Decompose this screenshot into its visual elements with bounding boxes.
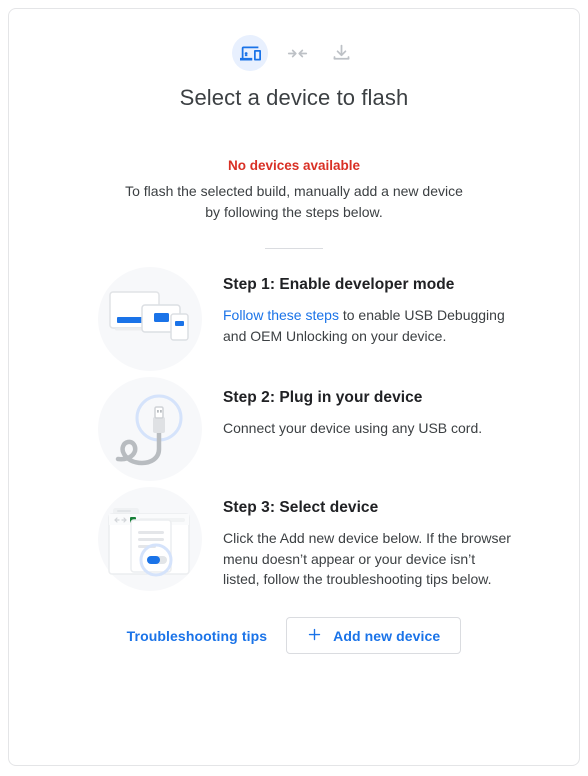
browser-dialog-illustration: [98, 487, 202, 591]
status-description: To flash the selected build, manually ad…: [125, 183, 463, 220]
troubleshooting-tips-link[interactable]: Troubleshooting tips: [127, 628, 267, 644]
divider: [265, 248, 323, 249]
step-item: Step 3: Select device Click the Add new …: [9, 487, 579, 591]
follow-these-steps-link[interactable]: Follow these steps: [223, 307, 339, 323]
footer-actions: Troubleshooting tips Add new device: [9, 617, 579, 654]
step-body: Step 2: Plug in your device Connect your…: [223, 377, 515, 439]
step-description: Follow these steps to enable USB Debuggi…: [223, 305, 515, 346]
usb-cable-illustration: [98, 377, 202, 481]
step-item: Step 1: Enable developer mode Follow the…: [9, 267, 579, 371]
status-message: No devices available: [227, 158, 361, 173]
step-item: Step 2: Plug in your device Connect your…: [9, 377, 579, 481]
device-selection-card: Select a device to flash No devices avai…: [8, 8, 580, 766]
step-body: Step 1: Enable developer mode Follow the…: [223, 267, 515, 346]
devices-icon: [232, 35, 268, 71]
step-description: Connect your device using any USB cord.: [223, 420, 483, 436]
download-icon: [326, 38, 356, 68]
steps-list: Step 1: Enable developer mode Follow the…: [9, 267, 579, 591]
step-description: Click the Add new device below. If the b…: [223, 530, 511, 587]
header-icon-row: [9, 9, 579, 71]
plus-icon: [307, 627, 322, 645]
step-title: Step 2: Plug in your device: [223, 389, 423, 406]
step-title: Step 1: Enable developer mode: [223, 276, 455, 293]
add-new-device-button[interactable]: Add new device: [286, 617, 462, 654]
devices-illustration: [98, 267, 202, 371]
page-title: Select a device to flash: [179, 85, 409, 110]
step-title: Step 3: Select device: [223, 499, 379, 516]
step-body: Step 3: Select device Click the Add new …: [223, 487, 515, 590]
connect-arrows-icon: [282, 38, 312, 68]
add-new-device-label: Add new device: [333, 627, 441, 644]
